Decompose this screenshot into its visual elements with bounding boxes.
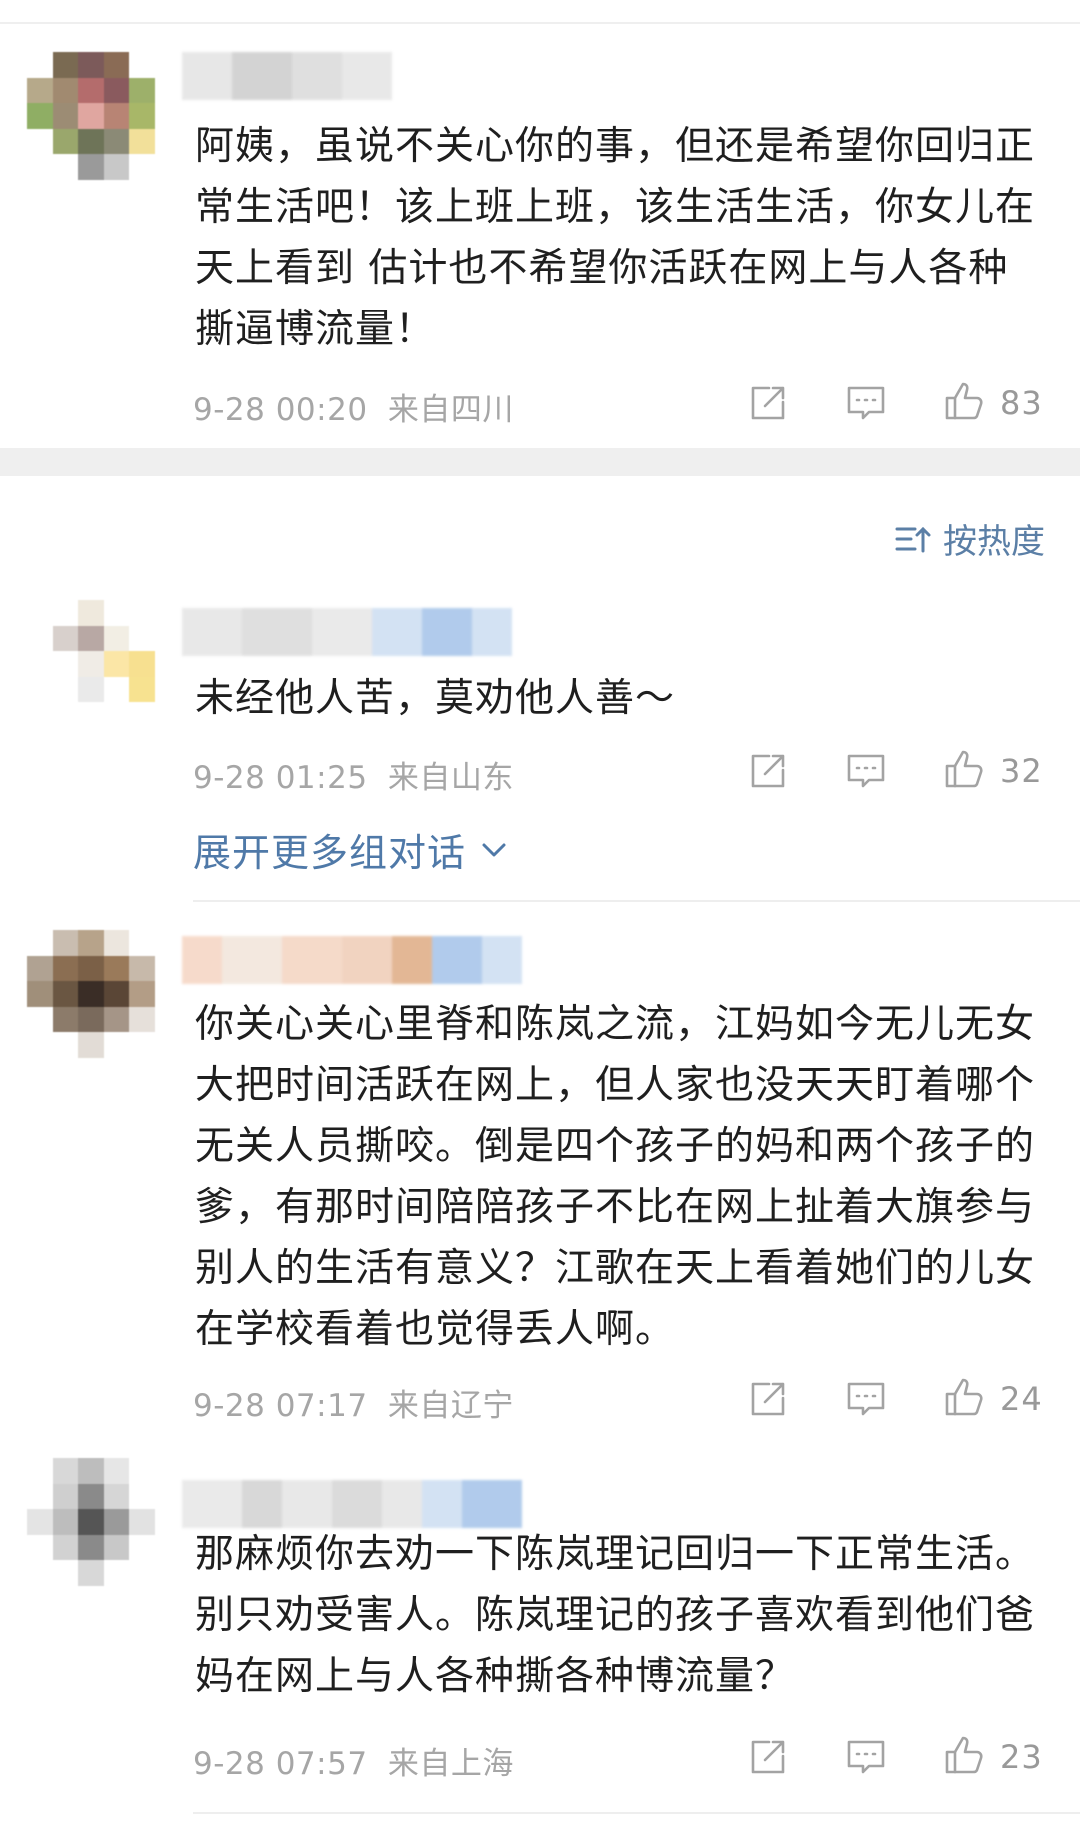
comment-divider	[193, 1812, 1080, 1814]
comment-time: 9-28 00:20	[193, 392, 368, 428]
reply-button[interactable]	[845, 382, 887, 428]
username-blurred[interactable]	[182, 936, 522, 984]
avatar[interactable]	[27, 600, 155, 728]
share-icon	[751, 1382, 785, 1416]
like-button[interactable]	[943, 1376, 985, 1422]
comment-meta: 9-28 07:57 来自上海	[193, 1738, 514, 1783]
share-button[interactable]	[747, 1736, 789, 1782]
expand-label: 展开更多组对话	[193, 831, 467, 875]
comment-text: 你关心关心里脊和陈岚之流，江妈如今无儿无女大把时间活跃在网上，但人家也没天天盯着…	[195, 1002, 1036, 1352]
comment-text: 未经他人苦，莫劝他人善～	[195, 676, 676, 721]
reply-button[interactable]	[845, 1378, 887, 1424]
share-icon	[751, 754, 785, 788]
username-blurred[interactable]	[182, 1480, 522, 1528]
like-count: 83	[1000, 384, 1043, 422]
comment-time: 9-28 07:57	[193, 1746, 368, 1782]
expand-conversation-link[interactable]: 展开更多组对话	[193, 822, 510, 877]
avatar[interactable]	[27, 1458, 155, 1586]
username-blurred[interactable]	[182, 608, 512, 656]
thumbs-up-icon	[945, 1736, 983, 1774]
thumbs-up-icon	[945, 750, 983, 788]
comment-meta: 9-28 01:25 来自山东	[193, 752, 514, 797]
reply-button[interactable]	[845, 750, 887, 796]
thumbs-up-icon	[945, 382, 983, 420]
share-icon	[751, 386, 785, 420]
comment-icon	[847, 754, 885, 788]
share-button[interactable]	[747, 1378, 789, 1424]
like-button[interactable]	[943, 1734, 985, 1780]
share-button[interactable]	[747, 382, 789, 428]
comment-icon	[847, 1740, 885, 1774]
comment-meta: 9-28 07:17 来自辽宁	[193, 1380, 514, 1425]
sort-icon	[895, 526, 931, 552]
like-count: 32	[1000, 752, 1043, 790]
like-button[interactable]	[943, 380, 985, 426]
like-button[interactable]	[943, 748, 985, 794]
comment-location: 来自四川	[387, 392, 514, 428]
avatar[interactable]	[27, 930, 155, 1058]
top-divider	[0, 22, 1080, 24]
like-count: 23	[1000, 1738, 1043, 1776]
comment-divider	[193, 900, 1080, 902]
sort-label: 按热度	[943, 522, 1045, 562]
comment-icon	[847, 386, 885, 420]
share-button[interactable]	[747, 750, 789, 796]
comment-icon	[847, 1382, 885, 1416]
comment-time: 9-28 01:25	[193, 760, 368, 796]
sort-by-hot-button[interactable]: 按热度	[893, 514, 1045, 563]
like-count: 24	[1000, 1380, 1043, 1418]
comment-text: 那麻烦你去劝一下陈岚理记回归一下正常生活。别只劝受害人。陈岚理记的孩子喜欢看到他…	[195, 1532, 1036, 1699]
chevron-down-icon	[482, 843, 506, 856]
reply-button[interactable]	[845, 1736, 887, 1782]
share-icon	[751, 1740, 785, 1774]
section-separator	[0, 448, 1080, 476]
comment-time: 9-28 07:17	[193, 1388, 368, 1424]
comment-meta: 9-28 00:20 来自四川	[193, 384, 514, 429]
comment-location: 来自辽宁	[387, 1388, 514, 1424]
username-blurred[interactable]	[182, 52, 392, 100]
comment-location: 来自上海	[387, 1746, 514, 1782]
avatar[interactable]	[27, 52, 155, 180]
thumbs-up-icon	[945, 1378, 983, 1416]
comment-text: 阿姨，虽说不关心你的事，但还是希望你回归正常生活吧！该上班上班，该生活生活，你女…	[195, 124, 1036, 352]
comment-location: 来自山东	[387, 760, 514, 796]
